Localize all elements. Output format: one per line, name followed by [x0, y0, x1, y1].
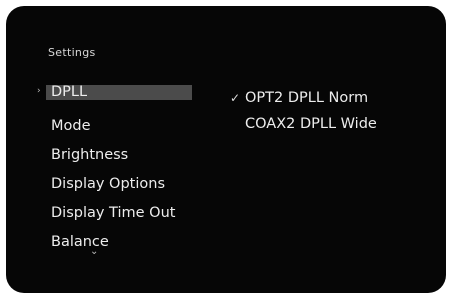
option-opt2-dpll-norm[interactable]: ✓ OPT2 DPLL Norm — [224, 85, 377, 111]
menu-item-display-options[interactable]: Display Options — [6, 170, 206, 199]
menu-item-label: Mode — [51, 118, 91, 134]
settings-title: Settings — [48, 46, 96, 59]
menu-item-mode[interactable]: Mode — [6, 112, 206, 141]
dpll-options-list: ✓ OPT2 DPLL Norm COAX2 DPLL Wide — [224, 85, 377, 137]
chevron-down-icon[interactable]: ⌄ — [90, 246, 98, 257]
settings-screen: Settings › DPLL Mode Brightness Display … — [6, 6, 446, 293]
option-coax2-dpll-wide[interactable]: COAX2 DPLL Wide — [224, 111, 377, 137]
settings-menu: › DPLL Mode Brightness Display Options D… — [6, 83, 206, 257]
menu-item-brightness[interactable]: Brightness — [6, 141, 206, 170]
menu-item-label: Balance — [51, 234, 109, 250]
menu-item-dpll[interactable]: › DPLL — [6, 83, 206, 112]
option-label: COAX2 DPLL Wide — [245, 116, 377, 132]
option-label: OPT2 DPLL Norm — [245, 90, 369, 106]
menu-item-display-time-out[interactable]: Display Time Out — [6, 199, 206, 228]
menu-item-label: Display Time Out — [51, 205, 176, 221]
menu-item-balance[interactable]: Balance — [6, 228, 206, 257]
menu-item-label: Display Options — [51, 176, 166, 192]
check-icon: ✓ — [230, 91, 241, 105]
menu-item-label: DPLL — [51, 84, 88, 100]
selected-marker-icon: › — [37, 86, 41, 96]
menu-item-label: Brightness — [51, 147, 129, 163]
